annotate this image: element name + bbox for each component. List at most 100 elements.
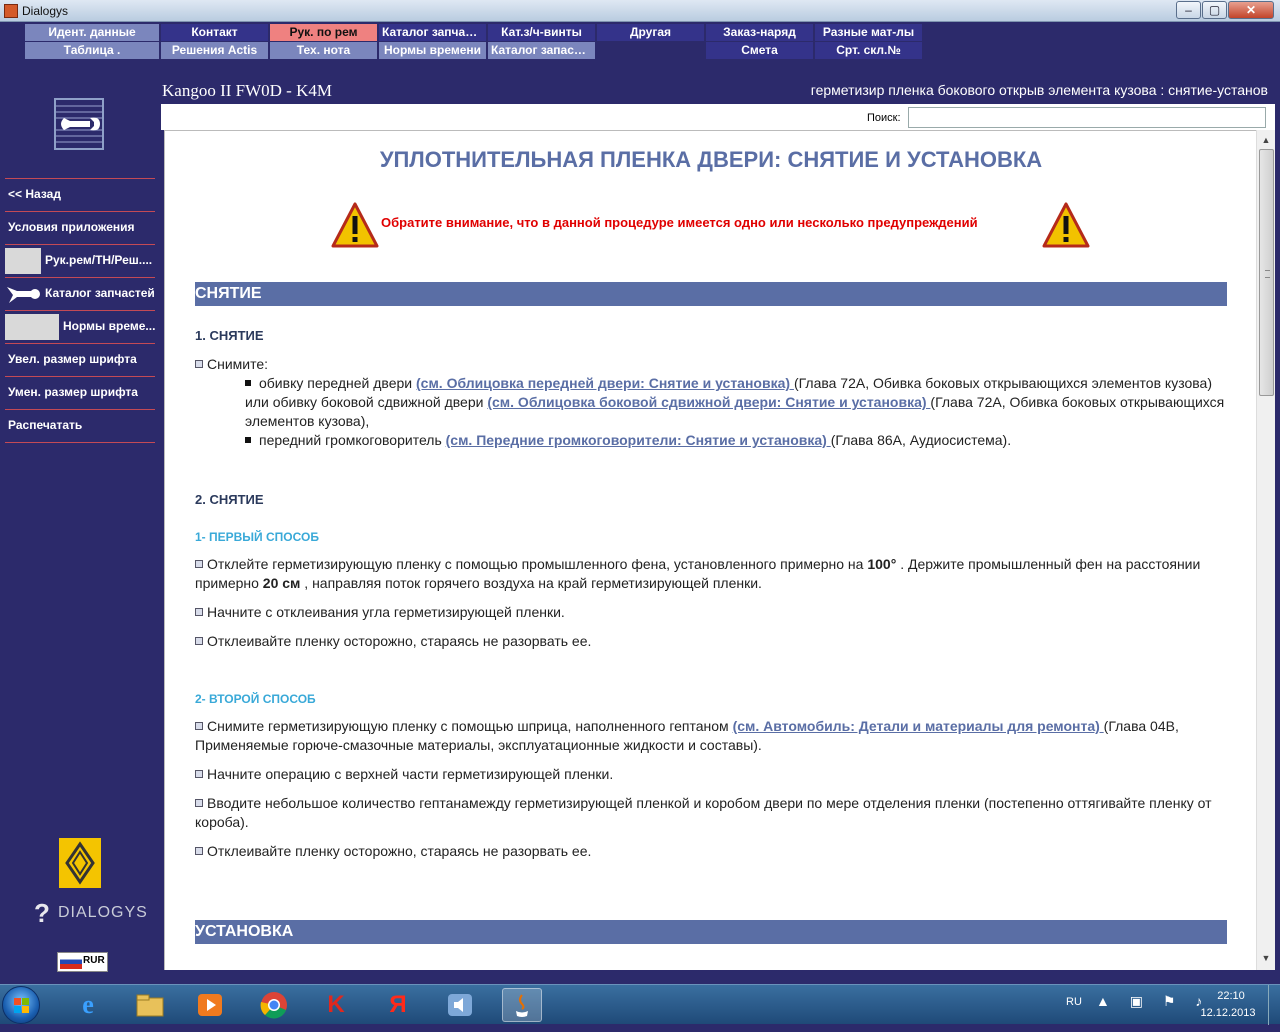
start-button[interactable] (2, 986, 40, 1024)
internet-explorer-icon[interactable]: e (68, 988, 108, 1022)
m1p1-text-a: Отклейте герметизирующую пленку с помощь… (207, 556, 868, 572)
scroll-thumb[interactable] (1259, 149, 1274, 396)
vehicle-title: Kangoo II FW0D - K4M (162, 81, 332, 100)
m2p2-text: Начните операцию с верхней части гермети… (207, 766, 614, 782)
breadcrumb: герметизир пленка бокового открыв элемен… (810, 82, 1268, 98)
currency-badge[interactable]: RUR (57, 952, 108, 972)
wrench-icon (5, 247, 41, 274)
app-icon (4, 4, 18, 18)
sidebar-repair-manual[interactable]: Рук.рем/ТН/Реш.... (5, 244, 155, 275)
square-bullet-icon (195, 360, 203, 368)
audio-icon[interactable] (440, 988, 480, 1022)
russia-flag-icon (60, 955, 82, 969)
yandex-browser-icon[interactable]: Я (378, 988, 418, 1022)
menu-estimate[interactable]: Смета (706, 42, 813, 59)
method1-para-3: Отклеивайте пленку осторожно, стараясь н… (195, 632, 1227, 651)
square-bullet-icon (195, 722, 203, 730)
section-removal: СНЯТИЕ (195, 282, 1227, 306)
menu-spare-parts-catalog[interactable]: Каталог запасны... (488, 42, 595, 59)
taskbar: e K Я RU ▲ ▣ ⚑ ♪ 22:10 12.12.2013 (0, 984, 1280, 1025)
page-title: УПЛОТНИТЕЛЬНАЯ ПЛЕНКА ДВЕРИ: СНЯТИЕ И УС… (379, 147, 1043, 172)
method1-para-2: Начните с отклеивания угла герметизирующ… (195, 603, 1227, 622)
show-desktop-button[interactable] (1268, 985, 1280, 1025)
sidebar-back[interactable]: << Назад (5, 178, 155, 209)
link-front-door-trim[interactable]: (см. Облицовка передней двери: Снятие и … (416, 375, 794, 391)
chrome-icon[interactable] (254, 988, 294, 1022)
m1p1-text-c: , направляя поток горячего воздуха на кр… (300, 575, 762, 591)
menu-ident-data[interactable]: Идент. данные (25, 24, 159, 41)
clock-time[interactable]: 22:10 (1207, 990, 1255, 1002)
sidebar-font-decrease[interactable]: Умен. размер шрифта (5, 376, 155, 407)
method1-para-1: Отклейте герметизирующую пленку с помощь… (195, 555, 1227, 593)
square-bullet-icon (195, 637, 203, 645)
sidebar-repair-manual-label: Рук.рем/ТН/Реш.... (45, 253, 153, 267)
method2-para-2: Начните операцию с верхней части гермети… (195, 765, 1227, 784)
wrench-logo-icon (54, 98, 104, 150)
sidebar-font-increase[interactable]: Увел. размер шрифта (5, 343, 155, 374)
scroll-up-arrow-icon[interactable]: ▲ (1258, 132, 1274, 148)
link-vehicle-parts-materials[interactable]: (см. Автомобиль: Детали и материалы для … (733, 718, 1104, 734)
sidebar-divider (5, 442, 155, 443)
sidebar-labour-times[interactable]: Нормы време... (5, 310, 155, 341)
sidebar-print[interactable]: Распечатать (5, 409, 155, 440)
sidebar-app-terms[interactable]: Условия приложения (5, 211, 155, 242)
scroll-grip-icon (1265, 270, 1270, 278)
clock-date[interactable]: 12.12.2013 (1196, 1007, 1260, 1019)
menu-screws-catalog[interactable]: Кат.з/ч-винты (488, 24, 595, 41)
menu-misc-materials[interactable]: Разные мат-лы (815, 24, 922, 41)
java-icon[interactable] (502, 988, 542, 1022)
close-button[interactable]: ✕ (1228, 1, 1274, 19)
warning-icon (1042, 202, 1090, 248)
window-title: Dialogys (22, 4, 69, 18)
link-front-speakers[interactable]: (см. Передние громкоговорители: Снятие и… (446, 432, 831, 448)
search-bar: Поиск: (161, 104, 1275, 130)
bullet2-text-b: (Глава 86A, Аудиосистема). (830, 432, 1012, 448)
menu-tech-note[interactable]: Тех. нота (270, 42, 377, 59)
step1-bullet-2: передний громкоговоритель (см. Передние … (245, 431, 1227, 450)
menu-stock-number[interactable]: Срт. скл.№ (815, 42, 922, 59)
bullet2-text-a: передний громкоговоритель (259, 432, 446, 448)
dialogys-logo: ? DIALOGYS (32, 898, 147, 928)
menu-other[interactable]: Другая (597, 24, 704, 41)
method2-para-3: Вводите небольшое количество гептанамежд… (195, 794, 1227, 832)
method2-heading: 2- ВТОРОЙ СПОСОБ (195, 692, 316, 706)
m1p2-text: Начните с отклеивания угла герметизирующ… (207, 604, 565, 620)
tray-icons[interactable]: ▲ ▣ ⚑ ♪ (1096, 993, 1210, 1010)
temperature-value: 100° (867, 556, 897, 572)
document-view: УПЛОТНИТЕЛЬНАЯ ПЛЕНКА ДВЕРИ: СНЯТИЕ И УС… (164, 130, 1256, 970)
method1-heading: 1- ПЕРВЫЙ СПОСОБ (195, 530, 319, 544)
menu-table[interactable]: Таблица . (25, 42, 159, 59)
dialogys-mark: ? (34, 898, 51, 928)
vertical-scrollbar[interactable]: ▲ ▼ (1256, 130, 1275, 970)
tray-language[interactable]: RU (1066, 996, 1082, 1008)
step1-bullet-1: обивку передней двери (см. Облицовка пер… (215, 374, 1227, 431)
square-bullet-icon (195, 560, 203, 568)
sidebar: << Назад Условия приложения Рук.рем/ТН/Р… (0, 60, 160, 974)
renault-logo-icon (59, 838, 101, 888)
wrench-white-icon (5, 280, 41, 307)
m2p3-text: Вводите небольшое количество гептанамежд… (195, 795, 1212, 830)
scroll-down-arrow-icon[interactable]: ▼ (1258, 950, 1274, 966)
m2p4-text: Отклеивайте пленку осторожно, стараясь н… (207, 843, 592, 859)
search-input[interactable] (908, 107, 1266, 128)
search-label: Поиск: (867, 112, 901, 124)
method2-para-1: Снимите герметизирующую пленку с помощью… (195, 717, 1227, 755)
minimize-button[interactable]: – (1176, 1, 1201, 19)
menu-contact[interactable]: Контакт (161, 24, 268, 41)
step1-intro-text: Снимите: (207, 356, 269, 372)
warning-text: Обратите внимание, что в данной процедур… (381, 215, 978, 230)
menu-repair-manual[interactable]: Рук. по рем (270, 24, 377, 41)
maximize-button[interactable]: ▢ (1202, 1, 1227, 19)
menu-labour-times[interactable]: Нормы времени (379, 42, 486, 59)
bullet-icon (245, 437, 251, 443)
kaspersky-icon[interactable]: K (316, 988, 356, 1022)
step2-heading: 2. СНЯТИЕ (195, 492, 264, 507)
link-sliding-door-trim[interactable]: (см. Облицовка боковой сдвижной двери: С… (487, 394, 930, 410)
menu-actis-solutions[interactable]: Решения Actis (161, 42, 268, 59)
menu-work-order[interactable]: Заказ-наряд (706, 24, 813, 41)
file-explorer-icon[interactable] (130, 988, 170, 1022)
sidebar-parts-catalog[interactable]: Каталог запчастей (5, 277, 155, 308)
menu-parts-catalog[interactable]: Каталог запчастей (379, 24, 486, 41)
media-player-icon[interactable] (190, 988, 230, 1022)
step1-intro: Снимите: (195, 355, 1227, 374)
